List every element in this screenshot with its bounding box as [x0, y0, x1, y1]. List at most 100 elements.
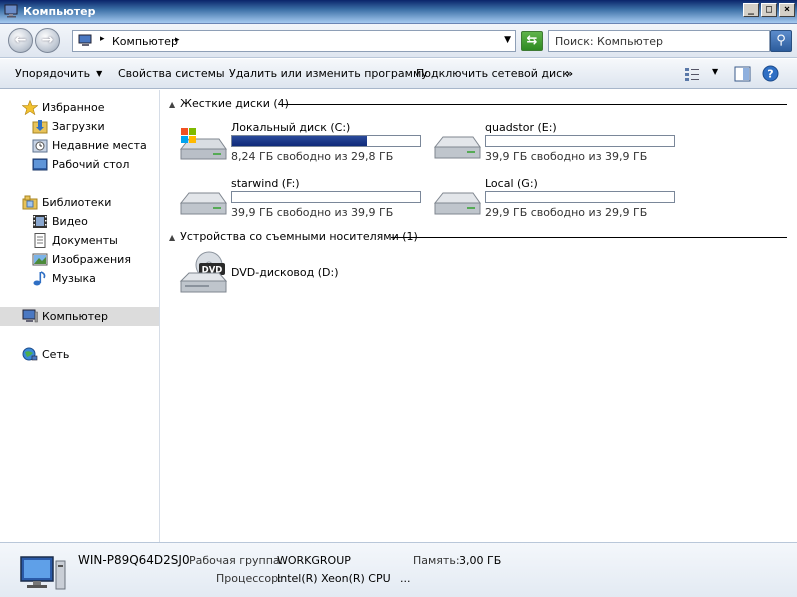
star-icon	[22, 100, 38, 115]
drive-usage-bar	[485, 191, 675, 203]
drive-item[interactable]: Локальный диск (C:) 8,24 ГБ свободно из …	[179, 121, 429, 171]
uninstall-program-button[interactable]: Удалить или изменить программу	[229, 67, 428, 80]
images-icon	[32, 253, 48, 266]
sidebar-item-libraries[interactable]: Библиотеки	[0, 193, 159, 212]
group-header-label: Жесткие диски (4)	[180, 97, 289, 110]
sidebar-item-label: Документы	[52, 234, 118, 247]
drive-usage-bar	[231, 191, 421, 203]
memory-value: 3,00 ГБ	[459, 554, 502, 567]
organize-menu[interactable]: Упорядочить ▼	[15, 67, 102, 80]
downloads-folder-icon	[32, 120, 48, 134]
search-button[interactable]: ⚲	[770, 30, 792, 52]
back-button[interactable]: ←	[8, 28, 33, 53]
sidebar-item-label: Рабочий стол	[52, 158, 130, 171]
forward-button[interactable]: →	[35, 28, 60, 53]
group-divider	[391, 237, 787, 238]
svg-text:?: ?	[767, 68, 773, 81]
sidebar-item-label: Избранное	[42, 101, 105, 114]
sidebar-item-documents[interactable]: Документы	[0, 231, 159, 250]
sidebar-item-video[interactable]: Видео	[0, 212, 159, 231]
sidebar-item-label: Библиотеки	[42, 196, 112, 209]
drive-name: Локальный диск (C:)	[231, 121, 351, 134]
sidebar-item-computer[interactable]: Компьютер	[0, 307, 159, 326]
preview-pane-icon[interactable]	[734, 66, 751, 82]
drive-free-space: 8,24 ГБ свободно из 29,8 ГБ	[231, 150, 394, 163]
sidebar-item-network[interactable]: Сеть	[0, 345, 159, 364]
desktop-icon	[32, 158, 48, 171]
music-icon	[33, 271, 46, 286]
title-bar[interactable]: Компьютер _ □ ×	[0, 0, 797, 24]
network-icon	[22, 347, 38, 361]
hard-drive-icon	[179, 192, 227, 215]
search-input[interactable]: Поиск: Компьютер	[548, 30, 770, 52]
view-options-dropdown-icon[interactable]: ▼	[712, 67, 718, 76]
system-properties-button[interactable]: Свойства системы	[118, 67, 225, 80]
minimize-button[interactable]: _	[743, 3, 759, 17]
sidebar-item-downloads[interactable]: Загрузки	[0, 117, 159, 136]
computer-icon	[4, 4, 18, 18]
refresh-icon: ⇆	[526, 33, 538, 48]
drive-item[interactable]: quadstor (E:) 39,9 ГБ свободно из 39,9 Г…	[433, 121, 683, 171]
sidebar-item-label: Сеть	[42, 348, 70, 361]
breadcrumb-separator-icon[interactable]: ▸	[100, 34, 105, 44]
drive-usage-bar	[485, 135, 675, 147]
content-pane: ▲ Жесткие диски (4) Локальный диск (C:) 8…	[161, 90, 797, 542]
documents-icon	[34, 233, 46, 248]
memory-label: Память:	[413, 554, 460, 567]
command-bar: Упорядочить ▼ Свойства системы Удалить ил…	[0, 59, 797, 89]
close-button[interactable]: ×	[779, 3, 795, 17]
collapse-triangle-icon[interactable]: ▲	[169, 100, 175, 109]
dvd-drive-item[interactable]: DVD DVD-дисковод (D:)	[179, 251, 429, 301]
workgroup-label: Рабочая группа:	[189, 554, 284, 567]
organize-label: Упорядочить	[15, 67, 91, 80]
group-header-label: Устройства со съемными носителями (1)	[180, 230, 418, 243]
map-network-drive-button[interactable]: Подключить сетевой диск	[416, 67, 569, 80]
change-view-icon[interactable]	[684, 66, 700, 82]
sidebar-item-label: Изображения	[52, 253, 131, 266]
drive-usage-fill	[232, 136, 368, 146]
drive-free-space: 39,9 ГБ свободно из 39,9 ГБ	[485, 150, 648, 163]
breadcrumb-computer[interactable]: Компьютер	[112, 35, 178, 48]
address-row: ← → ▸ Компьютер ▸ ▼ ⇆ Поиск: Компьютер ⚲	[0, 24, 797, 58]
maximize-button[interactable]: □	[761, 3, 777, 17]
more-commands-button[interactable]: »	[566, 67, 573, 80]
cpu-more-link[interactable]: ...	[400, 572, 411, 585]
sidebar-item-favorites[interactable]: Избранное	[0, 98, 159, 117]
computer-name: WIN-P89Q64D2SJ0	[78, 553, 190, 567]
sidebar-item-desktop[interactable]: Рабочий стол	[0, 155, 159, 174]
sidebar-item-label: Недавние места	[52, 139, 147, 152]
breadcrumb-dropdown-icon[interactable]: ▸	[175, 35, 180, 45]
details-pane: WIN-P89Q64D2SJ0 Рабочая группа: WORKGROU…	[0, 542, 797, 597]
drive-item[interactable]: starwind (F:) 39,9 ГБ свободно из 39,9 Г…	[179, 177, 429, 227]
system-drive-icon	[179, 128, 227, 160]
sidebar-item-images[interactable]: Изображения	[0, 250, 159, 269]
workgroup-value: WORKGROUP	[277, 554, 351, 567]
sidebar-item-label: Загрузки	[52, 120, 105, 133]
help-icon[interactable]: ?	[762, 65, 779, 82]
address-bar[interactable]: ▸ Компьютер ▸ ▼	[72, 30, 516, 52]
computer-icon	[78, 34, 92, 46]
sidebar-item-label: Видео	[52, 215, 88, 228]
hard-drive-icon	[433, 136, 481, 159]
computer-icon	[22, 309, 38, 323]
group-divider	[279, 104, 787, 105]
sidebar-item-music[interactable]: Музыка	[0, 269, 159, 288]
group-header-hard-drives[interactable]: ▲ Жесткие диски (4)	[169, 97, 289, 111]
drive-free-space: 29,9 ГБ свободно из 29,9 ГБ	[485, 206, 648, 219]
refresh-button[interactable]: ⇆	[521, 31, 543, 51]
hard-drive-icon	[433, 192, 481, 215]
chevron-down-icon: ▼	[96, 69, 103, 78]
drive-free-space: 39,9 ГБ свободно из 39,9 ГБ	[231, 206, 394, 219]
sidebar-item-label: Музыка	[52, 272, 96, 285]
computer-icon	[20, 556, 66, 590]
arrow-right-icon: →	[41, 32, 54, 48]
sidebar-item-recent-places[interactable]: Недавние места	[0, 136, 159, 155]
collapse-triangle-icon[interactable]: ▲	[169, 233, 175, 242]
group-header-removable[interactable]: ▲ Устройства со съемными носителями (1)	[169, 230, 418, 244]
drive-item[interactable]: Local (G:) 29,9 ГБ свободно из 29,9 ГБ	[433, 177, 683, 227]
arrow-left-icon: ←	[14, 32, 27, 48]
libraries-icon	[22, 195, 38, 210]
search-icon: ⚲	[776, 33, 786, 48]
dvd-drive-icon: DVD	[179, 251, 227, 293]
address-history-dropdown-icon[interactable]: ▼	[504, 35, 511, 45]
